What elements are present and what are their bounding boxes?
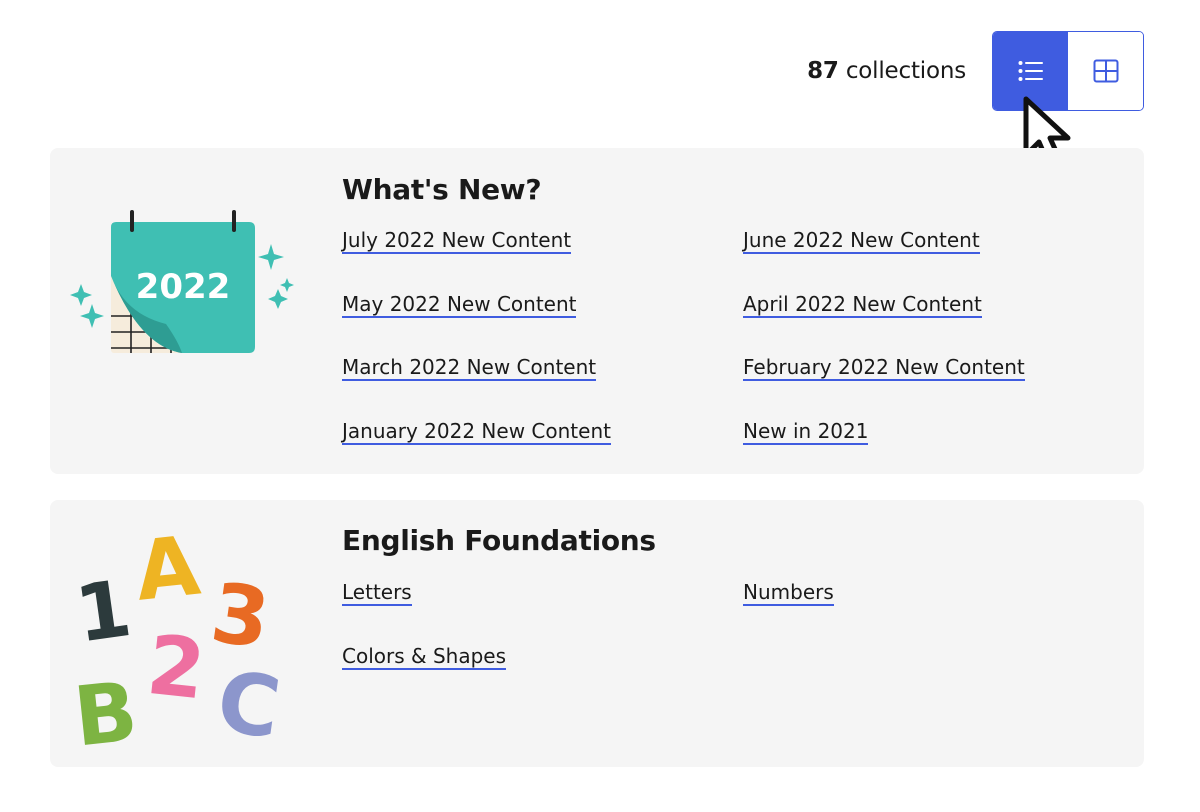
collections-header: 87 collections xyxy=(807,31,1144,111)
collection-link[interactable]: Colors & Shapes xyxy=(342,644,506,670)
collection-card-whats-new: 2022 What's New? July 2022 New Content J… xyxy=(50,148,1144,474)
collection-links: Letters Numbers Colors & Shapes xyxy=(342,580,1102,708)
svg-text:2: 2 xyxy=(143,618,210,718)
collection-link[interactable]: April 2022 New Content xyxy=(743,292,982,318)
list-icon xyxy=(1018,61,1043,81)
calendar-2022-icon: 2022 xyxy=(70,210,294,353)
collection-link[interactable]: July 2022 New Content xyxy=(342,228,572,254)
collection-links: July 2022 New Content June 2022 New Cont… xyxy=(342,228,1102,482)
svg-text:C: C xyxy=(211,652,286,750)
collection-link[interactable]: March 2022 New Content xyxy=(342,355,597,381)
collection-title: What's New? xyxy=(342,173,542,206)
collection-link[interactable]: June 2022 New Content xyxy=(743,228,980,254)
collection-link[interactable]: February 2022 New Content xyxy=(743,355,1025,381)
svg-text:3: 3 xyxy=(205,566,275,668)
view-toggle xyxy=(992,31,1144,111)
collection-card-english-foundations: 1 A 3 2 B C English Foundations Letters … xyxy=(50,500,1144,767)
collection-link[interactable]: Letters xyxy=(342,580,412,606)
collection-link[interactable]: January 2022 New Content xyxy=(342,419,611,445)
svg-text:1: 1 xyxy=(70,564,136,661)
svg-text:B: B xyxy=(70,664,142,750)
collection-link[interactable]: New in 2021 xyxy=(743,419,869,445)
collection-link[interactable]: May 2022 New Content xyxy=(342,292,577,318)
collection-title: English Foundations xyxy=(342,524,656,557)
svg-text:2022: 2022 xyxy=(136,267,231,307)
collection-count-number: 87 xyxy=(807,58,839,84)
collection-count: 87 collections xyxy=(807,58,966,84)
grid-icon xyxy=(1093,59,1118,83)
collection-count-label: collections xyxy=(845,58,966,84)
svg-text:A: A xyxy=(131,520,205,620)
collection-link[interactable]: Numbers xyxy=(743,580,834,606)
list-view-button[interactable] xyxy=(993,32,1068,110)
letters-numbers-icon: 1 A 3 2 B C xyxy=(70,520,286,750)
grid-view-button[interactable] xyxy=(1068,32,1143,110)
